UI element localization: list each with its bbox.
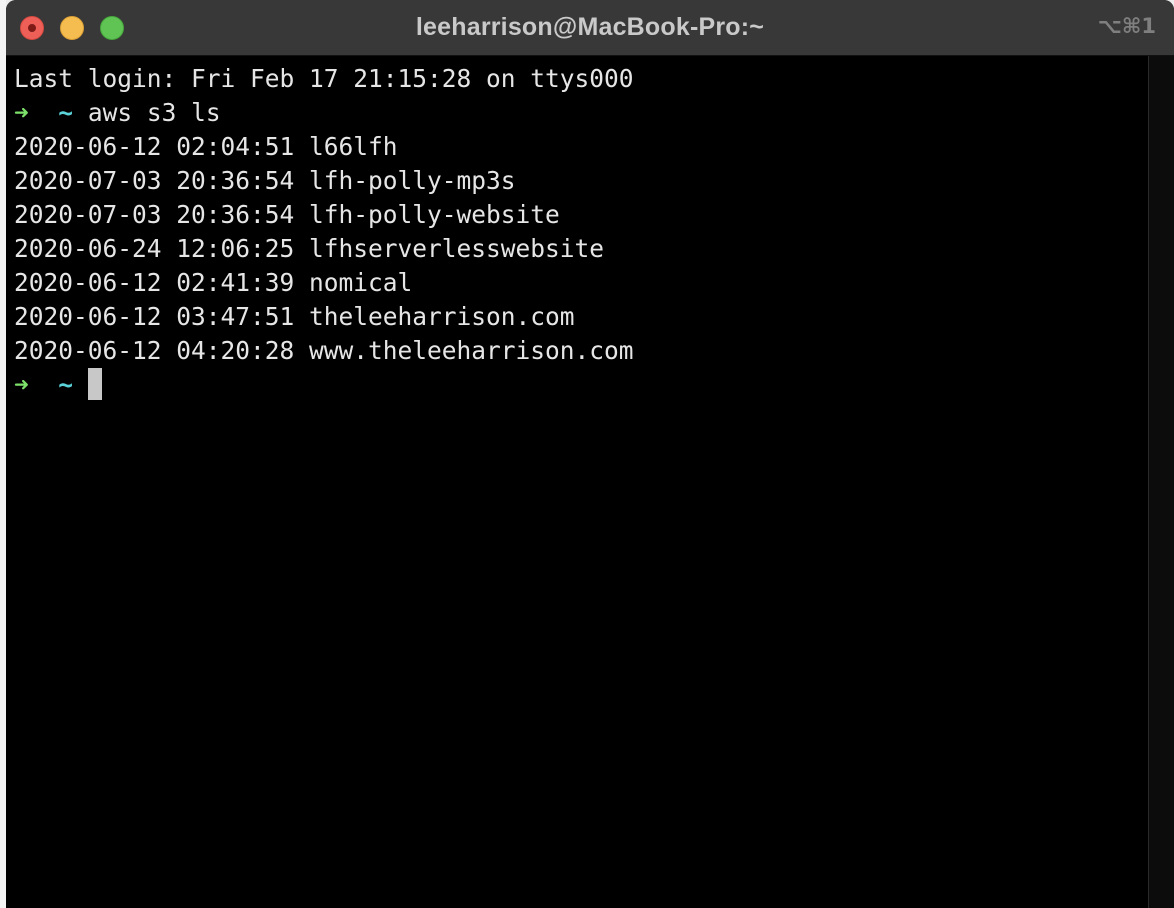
terminal-window: leeharrison@MacBook-Pro:~ ⌥⌘1 Last login… [6,0,1174,908]
output-line: 2020-06-12 04:20:28 www.theleeharrison.c… [14,336,634,365]
command-line: ➜ ~ aws s3 ls [14,96,1146,130]
output-line: 2020-06-12 03:47:51 theleeharrison.com [14,302,575,331]
prompt-directory: ~ [58,98,74,127]
window-title: leeharrison@MacBook-Pro:~ [415,13,765,41]
text-cursor [87,368,102,400]
output-line: 2020-06-24 12:06:25 lfhserverlesswebsite [14,234,605,263]
active-prompt-line[interactable]: ➜ ~ [14,368,1146,402]
output-line: 2020-06-12 02:41:39 nomical [14,268,413,297]
window-shortcut: ⌥⌘1 [1097,14,1156,38]
output-line: 2020-07-03 20:36:54 lfh-polly-website [14,200,560,229]
terminal-scrollbar[interactable] [1148,56,1174,908]
prompt-arrow-icon: ➜ [14,98,29,127]
prompt-arrow-icon: ➜ [14,370,29,399]
prompt-directory: ~ [58,370,74,399]
command-text: aws s3 ls [87,98,221,127]
last-login-line: Last login: Fri Feb 17 21:15:28 on ttys0… [14,64,634,93]
title-bar[interactable]: leeharrison@MacBook-Pro:~ ⌥⌘1 [6,0,1174,56]
output-line: 2020-06-12 02:04:51 l66lfh [14,132,398,161]
terminal-content[interactable]: Last login: Fri Feb 17 21:15:28 on ttys0… [6,62,1146,908]
output-line: 2020-07-03 20:36:54 lfh-polly-mp3s [14,166,516,195]
